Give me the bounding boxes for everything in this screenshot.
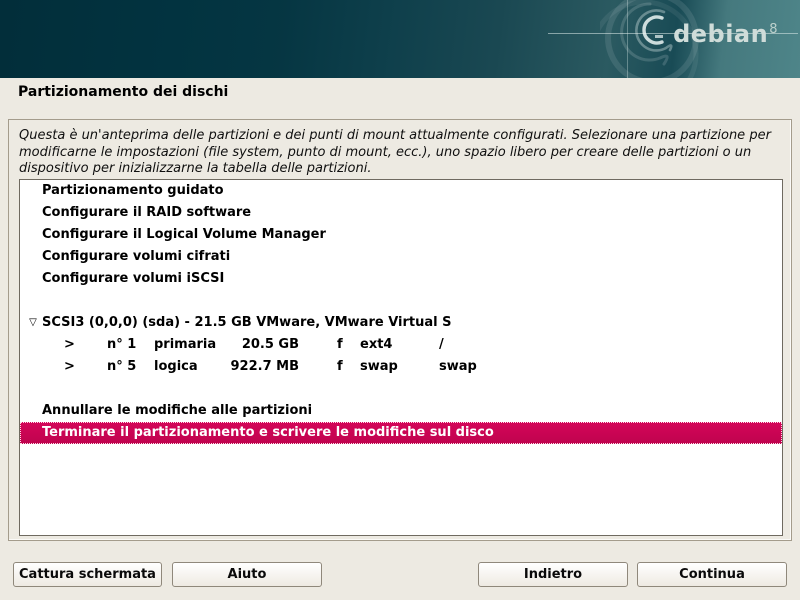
partition-overview-panel: Questa è un'anteprima delle partizioni e…	[8, 119, 792, 541]
brand-version: 8	[769, 22, 778, 37]
back-button[interactable]: Indietro	[478, 562, 628, 587]
page-title: Partizionamento dei dischi	[18, 84, 228, 100]
continue-button[interactable]: Continua	[637, 562, 787, 587]
partition-format-flag: f	[337, 356, 360, 378]
partition-number: n° 1	[107, 334, 154, 356]
list-item-finish-partitioning[interactable]: Terminare il partizionamento e scrivere …	[20, 422, 782, 444]
expander-triangle-icon[interactable]: ▽	[24, 312, 42, 334]
partition-filesystem: ext4	[360, 334, 439, 356]
list-item-guided-partitioning[interactable]: Partizionamento guidato	[20, 180, 782, 202]
list-item-configure-iscsi[interactable]: Configurare volumi iSCSI	[20, 268, 782, 290]
partition-filesystem: swap	[360, 356, 439, 378]
list-item-undo-changes[interactable]: Annullare le modifiche alle partizioni	[20, 400, 782, 422]
partition-marker-icon: >	[64, 356, 107, 378]
brand-name: debian	[673, 20, 768, 48]
spacer-row	[20, 290, 782, 312]
partition-marker-icon: >	[64, 334, 107, 356]
partition-format-flag: f	[337, 334, 360, 356]
list-item-configure-encrypted[interactable]: Configurare volumi cifrati	[20, 246, 782, 268]
instructions-text: Questa è un'anteprima delle partizioni e…	[19, 128, 781, 178]
partition-number: n° 5	[107, 356, 154, 378]
partition-type: primaria	[154, 334, 220, 356]
list-item-partition-5[interactable]: > n° 5 logica 922.7 MB f swap swap	[20, 356, 782, 378]
list-item-disk-sda[interactable]: ▽SCSI3 (0,0,0) (sda) - 21.5 GB VMware, V…	[20, 312, 782, 334]
partition-mountpoint: /	[439, 334, 782, 356]
partition-size: 922.7 MB	[220, 356, 337, 378]
spacer-row	[20, 378, 782, 400]
partition-mountpoint: swap	[439, 356, 782, 378]
partition-type: logica	[154, 356, 220, 378]
disk-label: SCSI3 (0,0,0) (sda) - 21.5 GB VMware, VM…	[42, 315, 451, 330]
partition-listbox[interactable]: Partizionamento guidato Configurare il R…	[19, 179, 783, 536]
list-item-configure-raid[interactable]: Configurare il RAID software	[20, 202, 782, 224]
brand-logo-text: debian8	[673, 20, 778, 48]
help-button[interactable]: Aiuto	[172, 562, 322, 587]
partition-size: 20.5 GB	[220, 334, 337, 356]
installer-banner: debian8	[0, 0, 800, 78]
list-item-partition-1[interactable]: > n° 1 primaria 20.5 GB f ext4 /	[20, 334, 782, 356]
list-item-configure-lvm[interactable]: Configurare il Logical Volume Manager	[20, 224, 782, 246]
screenshot-button[interactable]: Cattura schermata	[13, 562, 162, 587]
